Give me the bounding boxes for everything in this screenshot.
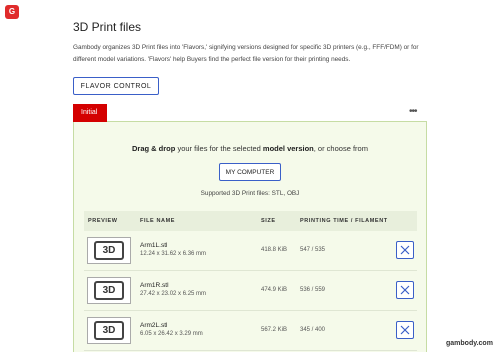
3d-icon: 3D: [94, 321, 124, 340]
dropzone-text-part1: your files for the selected: [175, 144, 263, 153]
watermark: gambody.com: [446, 340, 493, 347]
3d-icon: 3D: [94, 281, 124, 300]
header-printing: PRINTING TIME / FILAMENT: [300, 218, 388, 224]
close-icon: [400, 245, 410, 255]
close-icon: [400, 325, 410, 335]
file-name: Arm1R.stl: [140, 282, 169, 289]
printing-time: 547 / 535: [300, 247, 326, 253]
tab-initial[interactable]: Initial: [73, 104, 107, 122]
more-options-icon[interactable]: •••: [409, 106, 417, 117]
flavor-control-button[interactable]: FLAVOR CONTROL: [73, 77, 159, 95]
preview-thumbnail: 3D: [87, 317, 131, 344]
file-name: Arm1L.stl: [140, 242, 168, 249]
table-row: 3D Arm2L.stl 6.05 x 26.42 x 3.29 mm 567.…: [84, 311, 417, 351]
preview-thumbnail: 3D: [87, 277, 131, 304]
table-row: 3D Arm1R.stl 27.42 x 23.02 x 6.25 mm 474…: [84, 271, 417, 311]
printing-time: 345 / 400: [300, 327, 326, 333]
header-preview: PREVIEW: [88, 218, 118, 224]
header-file-name: FILE NAME: [140, 218, 176, 224]
my-computer-button[interactable]: MY COMPUTER: [219, 163, 281, 181]
dropzone-text-part2: , or choose from: [313, 144, 368, 153]
remove-file-button[interactable]: [396, 321, 414, 339]
file-dimensions: 27.42 x 23.02 x 6.25 mm: [140, 291, 207, 297]
drag-drop-label: Drag & drop: [132, 144, 176, 153]
model-version-label: model version: [262, 144, 314, 153]
file-size: 474.9 KiB: [261, 287, 288, 293]
file-size: 418.8 KiB: [261, 247, 288, 253]
file-name: Arm2L.stl: [140, 322, 168, 329]
preview-thumbnail: 3D: [87, 237, 131, 264]
printing-time: 536 / 559: [300, 287, 326, 293]
header-size: SIZE: [261, 218, 276, 224]
close-icon: [400, 285, 410, 295]
supported-formats-text: Supported 3D Print files: STL, OBJ: [200, 190, 300, 197]
file-size: 567.2 KiB: [261, 327, 288, 333]
table-row: 3D Arm1L.stl 12.24 x 31.62 x 6.36 mm 418…: [84, 231, 417, 271]
file-dimensions: 12.24 x 31.62 x 6.36 mm: [140, 251, 207, 257]
gambody-logo-icon[interactable]: G: [5, 5, 19, 19]
3d-icon: 3D: [94, 241, 124, 260]
dropzone-text: Drag & drop your files for the selected …: [73, 144, 427, 153]
page-title: 3D Print files: [73, 20, 142, 34]
table-header: PREVIEW FILE NAME SIZE PRINTING TIME / F…: [84, 211, 417, 231]
page-description: Gambody organizes 3D Print files into 'F…: [73, 44, 419, 63]
remove-file-button[interactable]: [396, 281, 414, 299]
file-dimensions: 6.05 x 26.42 x 3.29 mm: [140, 331, 203, 337]
remove-file-button[interactable]: [396, 241, 414, 259]
